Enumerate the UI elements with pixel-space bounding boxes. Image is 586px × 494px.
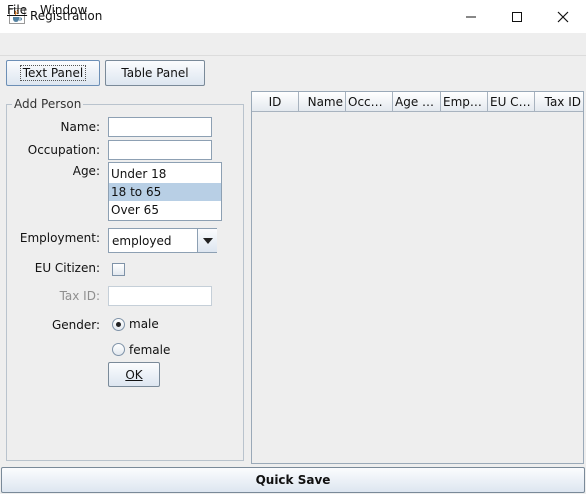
close-button[interactable] bbox=[540, 0, 586, 33]
gender-male-label[interactable]: male bbox=[129, 317, 159, 331]
col-age-category[interactable]: Age C... bbox=[393, 92, 441, 112]
close-icon bbox=[557, 11, 569, 22]
person-table[interactable]: ID Name Occup... Age C... Emplo... EU Ci… bbox=[251, 91, 584, 464]
maximize-button[interactable] bbox=[494, 0, 540, 33]
minimize-icon bbox=[466, 16, 476, 17]
add-person-title: Add Person bbox=[12, 97, 84, 111]
age-option-18-to-65[interactable]: 18 to 65 bbox=[109, 183, 221, 201]
menu-bar bbox=[0, 33, 586, 55]
menu-divider bbox=[0, 55, 586, 56]
ok-label: OK bbox=[125, 367, 143, 382]
age-label: Age: bbox=[72, 164, 100, 178]
employment-label: Employment: bbox=[19, 231, 100, 245]
ok-button[interactable]: OK bbox=[108, 362, 160, 387]
text-panel-label: Text Panel bbox=[19, 65, 87, 81]
chevron-down-icon bbox=[202, 237, 213, 244]
name-field[interactable] bbox=[108, 117, 212, 137]
table-header: ID Name Occup... Age C... Emplo... EU Ci… bbox=[252, 92, 583, 112]
age-list[interactable]: Under 18 18 to 65 Over 65 bbox=[108, 162, 222, 221]
gender-female-label[interactable]: female bbox=[129, 343, 170, 357]
taxid-field[interactable] bbox=[108, 286, 212, 306]
menu-file-label: File bbox=[7, 3, 28, 17]
eu-citizen-checkbox[interactable] bbox=[112, 263, 125, 276]
table-panel-button[interactable]: Table Panel bbox=[105, 60, 205, 86]
col-eu-citizen[interactable]: EU Cit... bbox=[488, 92, 535, 112]
gender-female-radio[interactable] bbox=[112, 343, 125, 356]
col-name[interactable]: Name bbox=[299, 92, 346, 112]
col-id[interactable]: ID bbox=[252, 92, 299, 112]
taxid-label: Tax ID: bbox=[59, 289, 100, 303]
minimize-button[interactable] bbox=[448, 0, 494, 33]
eu-citizen-label: EU Citizen: bbox=[34, 261, 100, 275]
menu-file[interactable]: File bbox=[7, 3, 27, 17]
name-label: Name: bbox=[60, 120, 100, 134]
employment-combo[interactable]: employed bbox=[108, 228, 217, 253]
menu-window[interactable]: Window bbox=[40, 3, 87, 17]
radio-selected-dot bbox=[116, 322, 121, 327]
dropdown-arrow-button[interactable] bbox=[197, 229, 217, 252]
quick-save-button[interactable]: Quick Save bbox=[1, 467, 585, 493]
age-option-under-18[interactable]: Under 18 bbox=[109, 165, 221, 183]
age-option-over-65[interactable]: Over 65 bbox=[109, 201, 221, 219]
gender-male-radio[interactable] bbox=[112, 318, 125, 331]
occupation-field[interactable] bbox=[108, 140, 212, 160]
occupation-label: Occupation: bbox=[27, 143, 100, 157]
employment-value: employed bbox=[112, 234, 172, 248]
text-panel-button[interactable]: Text Panel bbox=[6, 60, 100, 86]
col-employment[interactable]: Emplo... bbox=[441, 92, 488, 112]
col-tax-id[interactable]: Tax ID bbox=[535, 92, 583, 112]
gender-label: Gender: bbox=[51, 318, 100, 332]
maximize-icon bbox=[512, 11, 522, 22]
col-occupation[interactable]: Occup... bbox=[346, 92, 393, 112]
